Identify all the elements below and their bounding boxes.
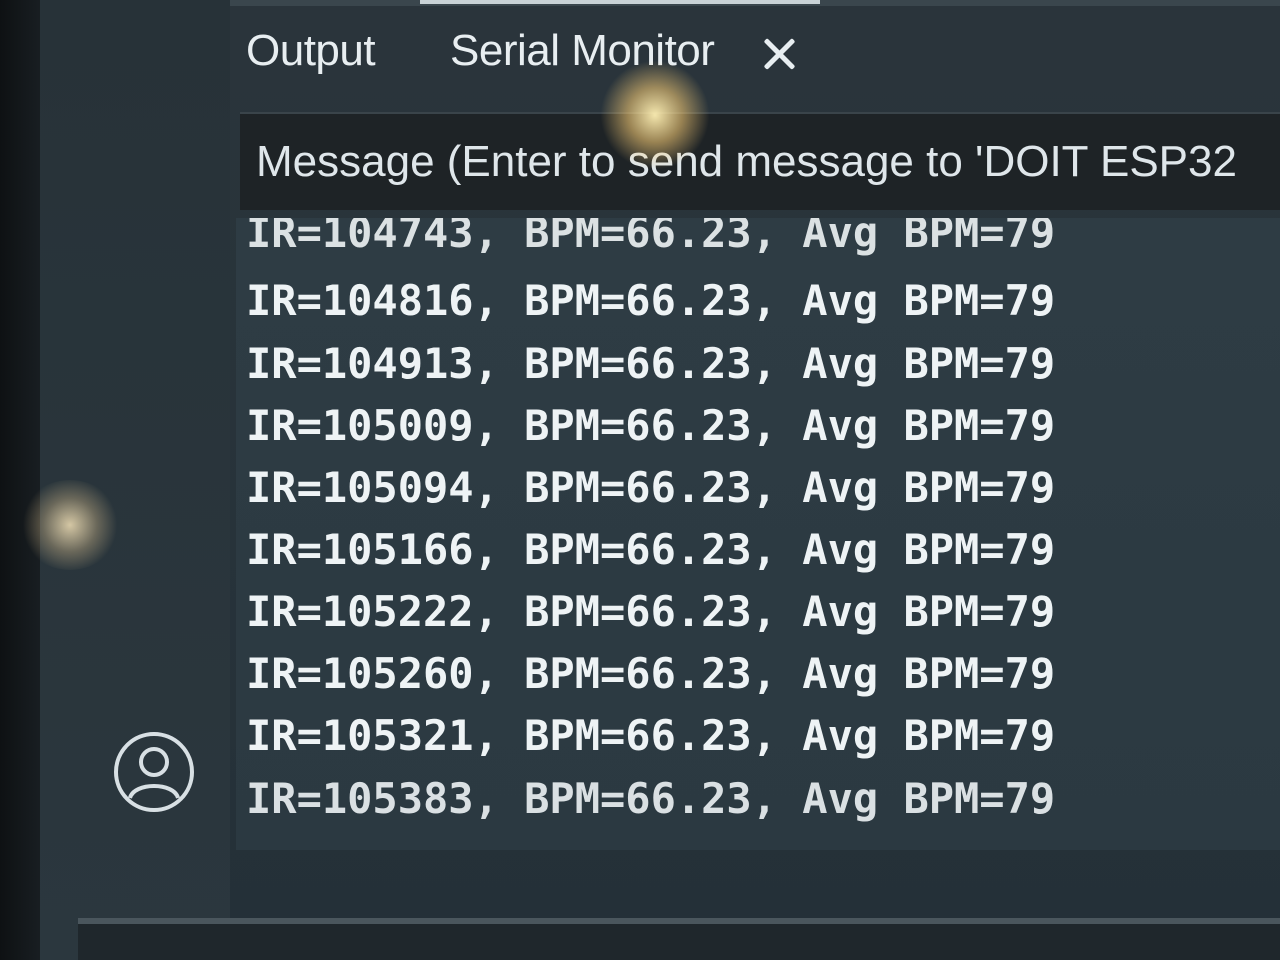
log-line: IR=104913, BPM=66.23, Avg BPM=79 xyxy=(246,339,1056,388)
log-line: IR=105383, BPM=66.23, Avg BPM=79 xyxy=(246,774,1056,823)
tab-output[interactable]: Output xyxy=(246,26,376,76)
close-icon[interactable] xyxy=(760,34,798,72)
top-strip xyxy=(230,0,1280,6)
account-icon[interactable] xyxy=(112,730,196,814)
tab-serial-monitor[interactable]: Serial Monitor xyxy=(450,26,715,76)
log-line: IR=105009, BPM=66.23, Avg BPM=79 xyxy=(246,401,1056,450)
log-line: IR=104816, BPM=66.23, Avg BPM=79 xyxy=(246,276,1056,325)
message-bar xyxy=(240,112,1280,210)
ide-screen: Output Serial Monitor IR=104743, BPM=66.… xyxy=(0,0,1280,960)
log-line: IR=104743, BPM=66.23, Avg BPM=79 xyxy=(246,218,1056,257)
serial-output-panel[interactable]: IR=104743, BPM=66.23, Avg BPM=79 IR=1048… xyxy=(236,218,1280,850)
status-bar xyxy=(78,924,1280,960)
activity-bar xyxy=(40,0,230,960)
active-tab-indicator xyxy=(420,0,820,4)
log-line: IR=105094, BPM=66.23, Avg BPM=79 xyxy=(246,463,1056,512)
log-line: IR=105166, BPM=66.23, Avg BPM=79 xyxy=(246,525,1056,574)
log-line: IR=105222, BPM=66.23, Avg BPM=79 xyxy=(246,587,1056,636)
log-line: IR=105260, BPM=66.23, Avg BPM=79 xyxy=(246,649,1056,698)
message-input[interactable] xyxy=(256,132,1276,192)
log-line: IR=105321, BPM=66.23, Avg BPM=79 xyxy=(246,711,1056,760)
